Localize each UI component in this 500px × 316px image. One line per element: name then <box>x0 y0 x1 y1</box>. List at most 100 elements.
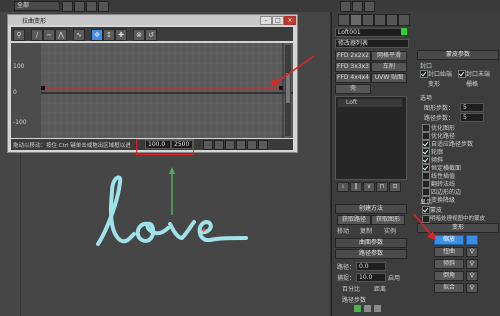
utilities-tab-icon[interactable] <box>398 14 410 26</box>
zoom-horizontal-icon[interactable] <box>225 140 235 150</box>
window-titlebar[interactable]: 拉曲变形 – □ × <box>8 15 297 25</box>
mod-button-meshsmooth[interactable]: 网格平滑 <box>371 51 407 61</box>
next-shape-icon[interactable] <box>374 305 381 312</box>
mod-button-uvw[interactable]: UVW 贴图 <box>371 73 407 83</box>
morph-radio[interactable]: 变形 <box>428 79 440 88</box>
bevel-deform-button[interactable]: 倒角 <box>434 271 464 281</box>
mod-button-shell[interactable]: 壳 <box>335 84 371 94</box>
render-setup-icon[interactable] <box>340 1 351 12</box>
rotate-icon[interactable] <box>86 1 97 12</box>
option-row[interactable]: 优化路径 <box>422 131 498 140</box>
surface-params-rollout[interactable]: 曲面参数 <box>335 238 407 248</box>
configure-modifier-icon[interactable]: ⊡ <box>389 182 401 192</box>
zoom-region-icon[interactable] <box>258 140 268 150</box>
move-icon[interactable] <box>74 1 85 12</box>
selection-filter-dropdown[interactable]: 全部 <box>14 1 60 11</box>
get-path-button[interactable]: 获取路径 <box>337 215 371 225</box>
copy-radio[interactable]: 复制 <box>360 226 372 235</box>
display-tab-icon[interactable] <box>386 14 398 26</box>
zoom-vertical-icon[interactable] <box>236 140 246 150</box>
scale-icon[interactable] <box>98 1 109 12</box>
create-tab-icon[interactable] <box>338 14 350 26</box>
skin-params-rollout[interactable]: 蒙皮参数 <box>417 50 499 60</box>
path-steps-field[interactable]: 5 <box>460 113 484 122</box>
render-icon[interactable] <box>364 1 375 12</box>
option-row[interactable]: 轮廓 <box>422 147 498 156</box>
path-steps-radio[interactable]: 路径步数 <box>342 295 366 304</box>
prev-shape-icon[interactable] <box>364 305 371 312</box>
grid-radio[interactable]: 栅格 <box>466 79 478 88</box>
percent-radio[interactable]: 百分比 <box>342 284 360 293</box>
enable-checkbox[interactable]: 启用 <box>388 273 400 282</box>
annotation-box <box>136 139 194 155</box>
mod-button-lathe[interactable]: 车削 <box>371 62 407 72</box>
scale-toggle-icon[interactable] <box>466 235 478 245</box>
twist-deform-button[interactable]: 扭曲 <box>434 247 464 257</box>
fit-toggle-icon[interactable]: ♀ <box>466 283 478 293</box>
delete-control-point-icon[interactable]: ⊗ <box>133 29 145 41</box>
shape-steps-field[interactable]: 5 <box>460 103 484 112</box>
option-row[interactable]: 线性插值 <box>422 171 498 180</box>
twist-toggle-icon[interactable]: ♀ <box>466 247 478 257</box>
object-name-field[interactable]: Loft001 <box>335 28 403 37</box>
option-row[interactable]: 倾斜 <box>422 155 498 164</box>
modifier-list-dropdown[interactable]: 修改器列表 <box>335 39 409 48</box>
mod-button-ffd2[interactable]: FFD 2x2x2 <box>335 51 371 61</box>
pin-stack-icon[interactable]: ı <box>337 182 349 192</box>
move-control-point-icon[interactable]: ✥ <box>91 29 103 41</box>
display-xy-icon[interactable]: ⋀ <box>55 29 67 41</box>
scale-control-point-icon[interactable]: ↕ <box>103 29 115 41</box>
option-row[interactable]: 四边形的边 <box>422 187 498 196</box>
path-params-rollout[interactable]: 路径参数 <box>335 249 407 259</box>
pan-icon[interactable] <box>203 140 213 150</box>
show-end-result-icon[interactable]: ‖ <box>350 182 362 192</box>
option-row[interactable]: 优化图形 <box>422 123 498 132</box>
reset-curve-icon[interactable]: ↺ <box>145 29 157 41</box>
move-radio[interactable]: 移动 <box>337 226 349 235</box>
teeter-toggle-icon[interactable]: ♀ <box>466 259 478 269</box>
display-x-icon[interactable]: ∕ <box>31 29 43 41</box>
snap-field[interactable]: 10.0 <box>356 273 386 282</box>
swap-curves-icon[interactable]: ∿ <box>73 29 85 41</box>
pick-shape-icon[interactable] <box>354 305 361 312</box>
creation-method-rollout[interactable]: 创建方法 <box>335 204 407 214</box>
insert-corner-point-icon[interactable]: ✚ <box>115 29 127 41</box>
close-button[interactable]: × <box>284 16 296 25</box>
modify-tab-icon[interactable] <box>350 14 362 26</box>
option-row[interactable]: 变换降级 <box>422 195 498 204</box>
command-panel: Loft001 修改器列表 FFD 2x2x2 网格平滑 FFD 3x3x3 车… <box>331 12 500 316</box>
zoom-icon[interactable] <box>247 140 257 150</box>
render-frame-icon[interactable] <box>352 1 363 12</box>
instance-radio[interactable]: 实例 <box>384 226 396 235</box>
remove-modifier-icon[interactable]: ⊓ <box>376 182 388 192</box>
maximize-button[interactable]: □ <box>272 16 284 25</box>
option-row[interactable]: 翻转法线 <box>422 179 498 188</box>
object-color-swatch[interactable] <box>401 28 407 35</box>
get-shape-button[interactable]: 获取图形 <box>371 215 405 225</box>
cap-end-checkbox[interactable] <box>458 70 466 78</box>
control-point-start[interactable] <box>41 86 45 90</box>
motion-tab-icon[interactable] <box>374 14 386 26</box>
option-row[interactable]: 自适应路径步数 <box>422 139 498 148</box>
mod-button-ffd4[interactable]: FFD 4x4x4 <box>335 73 371 83</box>
hierarchy-tab-icon[interactable] <box>362 14 374 26</box>
scale-deform-button[interactable]: 缩放 <box>434 235 464 245</box>
path-field[interactable]: 0.0 <box>356 262 386 271</box>
teeter-deform-button[interactable]: 倾斜 <box>434 259 464 269</box>
fit-deform-button[interactable]: 拟合 <box>434 283 464 293</box>
minimize-button[interactable]: – <box>260 16 272 25</box>
bevel-toggle-icon[interactable]: ♀ <box>466 271 478 281</box>
mod-button-ffd3[interactable]: FFD 3x3x3 <box>335 62 371 72</box>
transform-gizmo[interactable] <box>162 167 182 217</box>
deformation-graph[interactable]: 100 0 -100 <box>11 43 293 138</box>
zoom-extents-icon[interactable] <box>214 140 224 150</box>
distance-radio[interactable]: 距离 <box>374 284 386 293</box>
display-y-icon[interactable]: ∼ <box>43 29 55 41</box>
make-unique-icon[interactable]: ∨ <box>363 182 375 192</box>
link-xy-icon[interactable]: ⚲ <box>13 29 25 41</box>
cap-start-checkbox[interactable] <box>420 70 428 78</box>
modifier-stack[interactable]: Loft <box>335 96 407 180</box>
stack-item[interactable]: Loft <box>338 99 402 107</box>
option-row[interactable]: 恒定横截面 <box>422 163 498 172</box>
select-icon[interactable] <box>62 1 73 12</box>
